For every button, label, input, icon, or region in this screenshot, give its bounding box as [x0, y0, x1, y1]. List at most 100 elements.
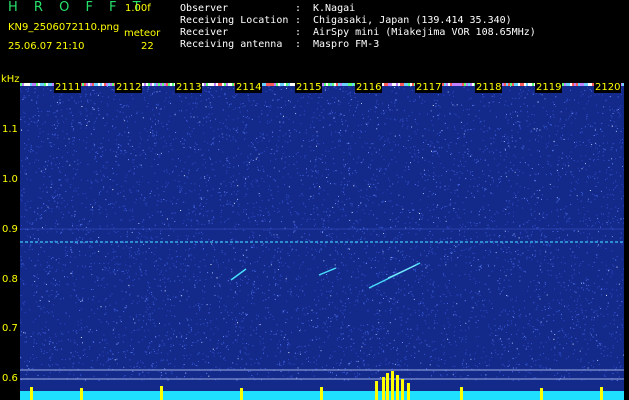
top-strip-pixel	[288, 83, 290, 86]
top-strip-pixel	[460, 83, 462, 86]
top-strip-pixel	[408, 83, 410, 86]
top-strip-pixel	[42, 83, 44, 86]
top-strip-pixel	[446, 83, 448, 86]
top-strip-pixel	[570, 83, 572, 86]
top-strip-pixel	[208, 83, 210, 86]
top-strip-pixel	[590, 83, 592, 86]
top-strip-pixel	[230, 83, 232, 86]
top-strip-pixel	[410, 83, 412, 86]
top-strip-pixel	[268, 83, 270, 86]
meta-value: K.Nagai	[313, 3, 356, 14]
top-strip-pixel	[154, 83, 156, 86]
top-strip-pixel	[564, 83, 566, 86]
top-strip-pixel	[456, 83, 458, 86]
top-strip-pixel	[286, 83, 288, 86]
top-strip-pixel	[84, 83, 86, 86]
signal-spike	[386, 373, 389, 400]
top-strip-pixel	[26, 83, 28, 86]
top-strip-pixel	[566, 83, 568, 86]
top-strip-pixel	[172, 83, 174, 86]
x-tick: 2111	[54, 82, 82, 93]
top-strip-pixel	[572, 83, 574, 86]
y-tick: 0.8	[2, 274, 18, 285]
filename-label: KN9_2506072110.png	[8, 22, 120, 33]
top-strip-pixel	[326, 83, 328, 86]
top-strip-pixel	[92, 83, 94, 86]
top-strip-pixel	[338, 83, 340, 86]
meta-value: AirSpy mini (Miakejima VOR 108.65MHz)	[313, 27, 536, 38]
top-strip-pixel	[292, 83, 294, 86]
top-strip-pixel	[204, 83, 206, 86]
top-strip-pixel	[276, 83, 278, 86]
top-strip-pixel	[280, 83, 282, 86]
top-strip-pixel	[112, 83, 114, 86]
top-strip-pixel	[102, 83, 104, 86]
top-strip-pixel	[162, 83, 164, 86]
top-strip-pixel	[568, 83, 570, 86]
x-tick: 2112	[115, 82, 143, 93]
top-strip-pixel	[88, 83, 90, 86]
top-strip-pixel	[82, 83, 84, 86]
version-label: 1.00f	[125, 3, 151, 14]
top-strip-pixel	[454, 83, 456, 86]
top-strip-pixel	[406, 83, 408, 86]
top-strip-pixel	[398, 83, 400, 86]
top-strip-pixel	[226, 83, 228, 86]
top-strip-pixel	[390, 83, 392, 86]
signal-spike	[540, 388, 543, 400]
top-strip-pixel	[216, 83, 218, 86]
top-strip-pixel	[212, 83, 214, 86]
top-strip-pixel	[518, 83, 520, 86]
top-strip-pixel	[32, 83, 34, 86]
top-strip-pixel	[512, 83, 514, 86]
meta-receiver: Receiver: AirSpy mini (Miakejima VOR 108.…	[180, 27, 536, 38]
signal-spike	[600, 387, 603, 400]
top-strip-pixel	[514, 83, 516, 86]
signal-spike	[320, 387, 323, 400]
top-strip-pixel	[266, 83, 268, 86]
signal-spike	[460, 387, 463, 400]
top-strip-pixel	[44, 83, 46, 86]
top-strip-pixel	[510, 83, 512, 86]
top-strip-pixel	[98, 83, 100, 86]
top-strip-pixel	[148, 83, 150, 86]
top-strip-pixel	[160, 83, 162, 86]
meteor-echo	[387, 264, 417, 279]
top-strip-pixel	[272, 83, 274, 86]
top-strip-pixel	[468, 83, 470, 86]
top-strip-pixel	[30, 83, 32, 86]
top-strip-pixel	[472, 83, 474, 86]
top-strip-pixel	[588, 83, 590, 86]
top-strip-pixel	[152, 83, 154, 86]
top-strip-pixel	[452, 83, 454, 86]
top-strip-pixel	[470, 83, 472, 86]
top-strip-pixel	[40, 83, 42, 86]
top-strip-pixel	[574, 83, 576, 86]
top-strip-pixel	[282, 83, 284, 86]
top-strip-pixel	[520, 83, 522, 86]
top-strip-pixel	[48, 83, 50, 86]
meteor-echo	[230, 268, 247, 281]
top-strip-pixel	[218, 83, 220, 86]
meta-value: Chigasaki, Japan (139.414 35.340)	[313, 15, 512, 26]
top-strip-pixel	[100, 83, 102, 86]
meta-key: Receiving Location	[180, 15, 289, 26]
right-axis-strip	[624, 83, 629, 400]
top-strip-pixel	[158, 83, 160, 86]
top-strip-pixel	[50, 83, 52, 86]
meteor-count: 22	[141, 41, 154, 52]
top-strip-pixel	[224, 83, 226, 86]
x-tick: 2115	[295, 82, 323, 93]
top-strip-pixel	[144, 83, 146, 86]
top-strip-pixel	[392, 83, 394, 86]
top-strip-pixel	[336, 83, 338, 86]
top-strip-pixel	[582, 83, 584, 86]
meteor-label: meteor	[124, 28, 161, 39]
signal-spike	[407, 383, 410, 400]
top-strip-pixel	[274, 83, 276, 86]
top-strip-pixel	[576, 83, 578, 86]
top-strip-pixel	[264, 83, 266, 86]
top-strip-pixel	[508, 83, 510, 86]
top-strip-pixel	[464, 83, 466, 86]
top-strip-pixel	[270, 83, 272, 86]
